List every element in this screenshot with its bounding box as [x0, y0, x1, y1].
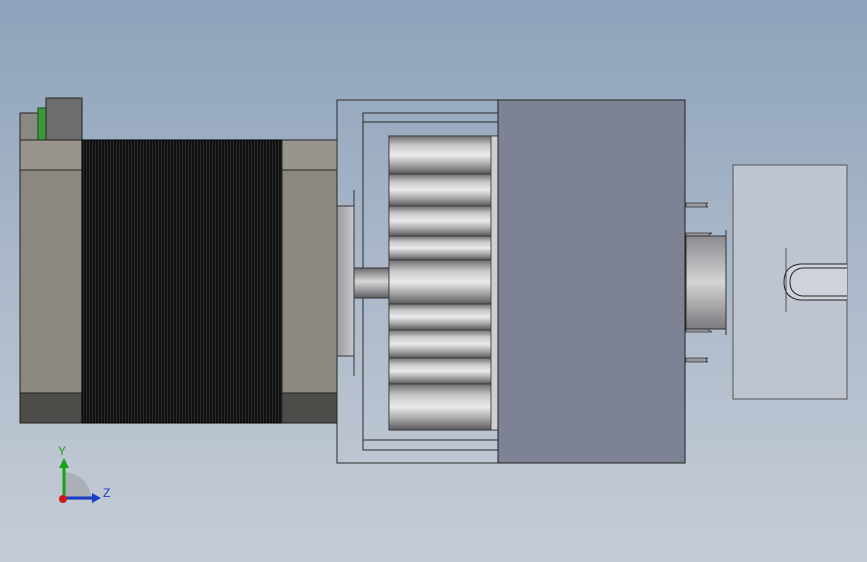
motor-connector-green: [37, 107, 47, 142]
motor-shaft: [353, 267, 391, 299]
y-axis-label: Y: [58, 444, 66, 458]
z-axis-label: Z: [103, 486, 110, 500]
motor-rear-cap-bottom: [19, 392, 83, 424]
triad-plane-shadow: [64, 472, 92, 500]
motor-fins: [81, 139, 283, 424]
motor-connector-block: [45, 97, 83, 142]
motor-rear-cap-top: [19, 139, 83, 171]
coupler-body: [685, 235, 727, 330]
output-coupler[interactable]: [685, 164, 848, 400]
stepper-motor[interactable]: [19, 97, 338, 424]
bracket-slot: [783, 263, 847, 301]
cad-viewport[interactable]: Y Z: [0, 0, 867, 562]
motor-rear-cap: [19, 139, 83, 424]
coupler-tab-bottom: [685, 357, 709, 363]
motor-front-cap-bottom: [281, 392, 338, 424]
x-axis-origin: [59, 495, 67, 503]
z-axis-arrow: [92, 493, 101, 503]
timing-pulley: [388, 135, 499, 431]
gearbox-housing[interactable]: [336, 99, 686, 464]
motor-front-cap: [281, 139, 338, 424]
motor-flange: [336, 205, 355, 357]
coupler-tab-top: [685, 202, 709, 208]
y-axis-arrow: [59, 458, 69, 468]
housing-cover: [497, 99, 686, 464]
axis-triad: Y Z: [58, 444, 110, 503]
motor-front-cap-top: [281, 139, 338, 171]
